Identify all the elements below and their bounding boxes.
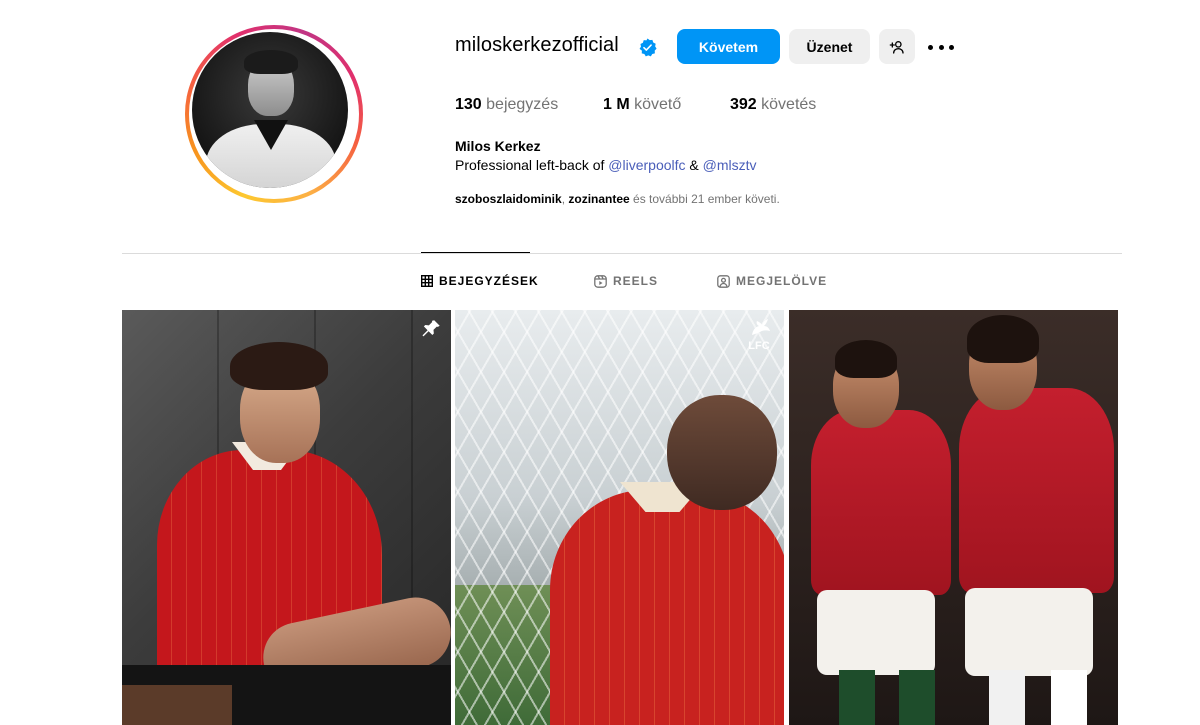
tab-tagged[interactable]: MEGJELÖLVE [717, 274, 827, 288]
post-tile-2[interactable]: LFC [455, 310, 784, 725]
post-3-sock-left [899, 670, 935, 725]
avatar[interactable] [192, 32, 348, 188]
more-options-icon[interactable] [928, 38, 954, 56]
grid-icon [421, 275, 433, 287]
followers-stat[interactable]: 1 M követő [603, 96, 681, 114]
bio: Professional left-back of @liverpoolfc &… [455, 157, 757, 173]
tab-reels-label: REELS [613, 274, 659, 288]
tab-posts[interactable]: BEJEGYZÉSEK [421, 274, 539, 288]
avatar-hair [244, 50, 298, 74]
post-tile-1[interactable] [122, 310, 451, 725]
post-2-jersey [550, 490, 784, 725]
verified-badge-icon [639, 38, 657, 57]
post-2-head [667, 395, 777, 510]
followers-label: követő [634, 96, 682, 113]
tab-reels[interactable]: REELS [594, 274, 658, 288]
following-stat[interactable]: 392 követés [730, 96, 816, 114]
dot [928, 44, 933, 50]
post-3-sock-left [839, 670, 875, 725]
bio-and: & [685, 157, 703, 173]
post-3-sock-right [989, 670, 1025, 725]
post-3-hair-left [835, 340, 897, 378]
follow-button[interactable]: Követem [677, 29, 780, 64]
bio-link-mlsztv[interactable]: @mlsztv [703, 157, 757, 173]
followed-suffix: és további 21 ember követi. [629, 192, 780, 206]
post-3-jersey-right [959, 388, 1114, 593]
followers-count: 1 M [603, 96, 630, 113]
profile-avatar-ring[interactable] [185, 25, 363, 203]
following-count: 392 [730, 96, 757, 113]
post-2-badge-text: LFC [748, 340, 770, 352]
post-3-shorts-right [965, 588, 1093, 676]
person-add-icon [889, 40, 904, 54]
liverbird-icon [752, 319, 770, 335]
username: miloskerkezofficial [455, 34, 619, 56]
following-label: követés [761, 96, 817, 113]
tagged-icon [717, 274, 730, 288]
dot [938, 44, 944, 50]
dot [949, 44, 954, 50]
tab-tagged-label: MEGJELÖLVE [736, 274, 828, 288]
posts-count: 130 [455, 96, 482, 113]
posts-count-stat: 130 bejegyzés [455, 96, 558, 114]
tabs-divider [122, 253, 1122, 254]
post-tile-3[interactable] [789, 310, 1118, 725]
post-1-hair [230, 342, 328, 390]
message-button[interactable]: Üzenet [789, 29, 870, 64]
posts-label: bejegyzés [486, 96, 559, 113]
post-1-bench [122, 685, 232, 725]
pin-icon [422, 320, 440, 337]
suggest-accounts-button[interactable] [879, 29, 915, 64]
post-3-hair-right [967, 315, 1039, 363]
followed-by[interactable]: szoboszlaidominik, zozinantee és további… [455, 192, 780, 206]
post-3-sock-right [1051, 670, 1087, 725]
bio-link-liverpoolfc[interactable]: @liverpoolfc [608, 157, 685, 173]
followed-by-user-2[interactable]: zozinantee [568, 192, 629, 206]
tab-posts-label: BEJEGYZÉSEK [439, 274, 539, 288]
bio-text: Professional left-back of [455, 157, 609, 173]
reels-icon [594, 274, 607, 288]
post-3-shorts-left [817, 590, 935, 675]
post-2-lfc-badge: LFC [741, 315, 777, 352]
followed-by-user-1[interactable]: szoboszlaidominik [455, 192, 562, 206]
active-tab-indicator [421, 252, 530, 253]
full-name: Milos Kerkez [455, 138, 541, 154]
post-3-jersey-left [811, 410, 951, 595]
